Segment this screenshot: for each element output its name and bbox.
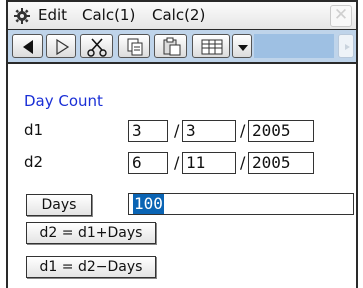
d1-day-field[interactable]: 3 bbox=[128, 120, 168, 142]
days-button[interactable]: Days bbox=[26, 194, 92, 216]
toolbar bbox=[6, 30, 358, 64]
d1-label: d1 bbox=[24, 121, 44, 139]
d2-label: d2 bbox=[24, 153, 44, 171]
date-separator: / bbox=[240, 121, 246, 140]
menu-calc1[interactable]: Calc(1) bbox=[82, 6, 135, 24]
menu-edit[interactable]: Edit bbox=[38, 6, 67, 24]
menu-calc2[interactable]: Calc(2) bbox=[152, 6, 205, 24]
paste-button[interactable] bbox=[154, 34, 187, 58]
panel-title: Day Count bbox=[24, 92, 103, 110]
menu-bar: Edit Calc(1) Calc(2) ✕ bbox=[6, 0, 358, 30]
copy-icon bbox=[127, 38, 143, 56]
d1-equals-d2-minus-days-button[interactable]: d1 = d2−Days bbox=[26, 256, 156, 278]
scroll-right-icon bbox=[345, 44, 350, 50]
d1-month-field[interactable]: 3 bbox=[182, 120, 236, 142]
days-result-field[interactable]: 100 bbox=[128, 193, 354, 215]
d2-equals-d1-plus-days-button[interactable]: d2 = d1+Days bbox=[26, 222, 156, 244]
day-count-panel: Day Count d1 3 / 3 / 2005 d2 6 / 11 / 20… bbox=[6, 64, 358, 288]
date-separator: / bbox=[174, 121, 180, 140]
d2-month-field[interactable]: 11 bbox=[182, 152, 236, 174]
d1-year-field[interactable]: 2005 bbox=[248, 120, 314, 142]
copy-button[interactable] bbox=[118, 34, 150, 58]
d2-day-field[interactable]: 6 bbox=[128, 152, 168, 174]
dropdown-button[interactable] bbox=[232, 34, 252, 58]
cut-button[interactable] bbox=[80, 34, 113, 58]
toolbar-spacer bbox=[254, 34, 334, 58]
cut-icon bbox=[87, 38, 107, 57]
back-arrow-icon bbox=[23, 40, 33, 54]
date-separator: / bbox=[240, 153, 246, 172]
paste-icon bbox=[163, 37, 181, 56]
dropdown-icon bbox=[238, 45, 248, 51]
play-icon bbox=[56, 38, 70, 56]
back-button[interactable] bbox=[12, 34, 43, 58]
app-window: Edit Calc(1) Calc(2) ✕ Day Count d1 3 / … bbox=[6, 0, 358, 288]
close-icon[interactable]: ✕ bbox=[330, 5, 352, 27]
d2-year-field[interactable]: 2005 bbox=[248, 152, 314, 174]
grid-button[interactable] bbox=[192, 34, 230, 58]
forward-button[interactable] bbox=[46, 34, 76, 58]
days-result-value: 100 bbox=[133, 194, 164, 214]
date-separator: / bbox=[174, 153, 180, 172]
settings-icon[interactable] bbox=[14, 8, 30, 28]
scroll-right-button[interactable] bbox=[338, 34, 354, 58]
grid-icon bbox=[201, 39, 223, 55]
